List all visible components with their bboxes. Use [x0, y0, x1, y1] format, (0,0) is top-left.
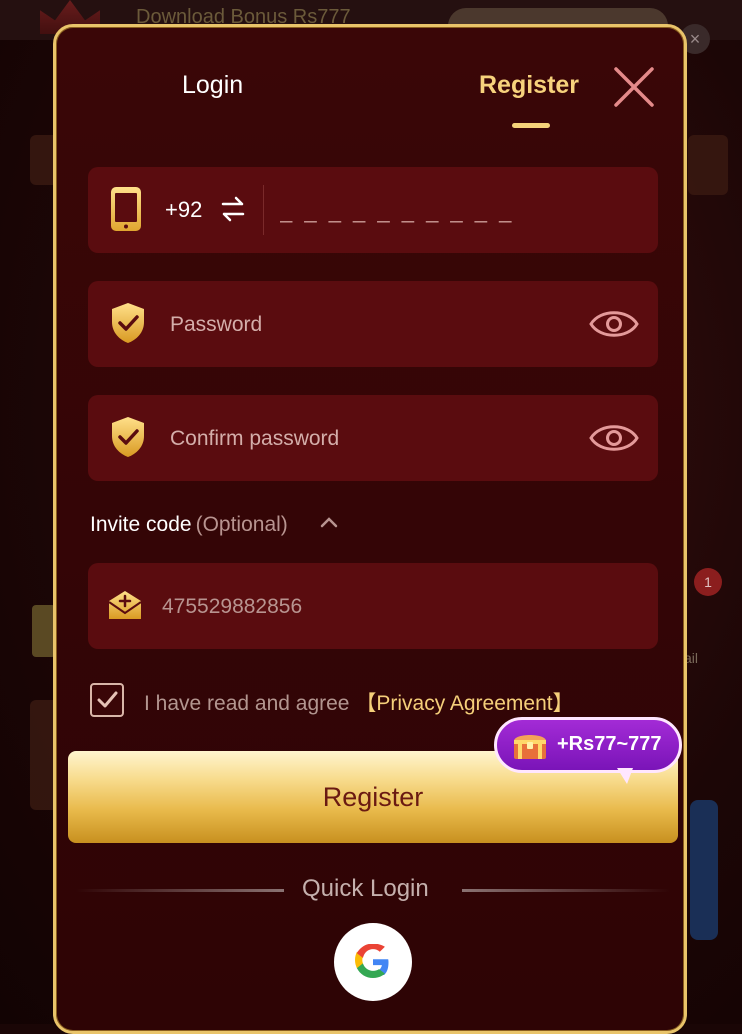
- password-field: [88, 281, 658, 367]
- invite-code-optional: (Optional): [195, 513, 288, 536]
- swap-arrows-icon[interactable]: [220, 195, 246, 223]
- invite-code-field: [88, 563, 658, 649]
- divider: [263, 185, 264, 235]
- bonus-badge: +Rs77~777: [494, 717, 682, 784]
- password-input[interactable]: [168, 303, 572, 347]
- side-thumbnail: [688, 135, 728, 195]
- country-code[interactable]: +92: [165, 197, 202, 223]
- quick-login-title: Quick Login: [302, 875, 429, 902]
- bonus-text: +Rs77~777: [557, 733, 662, 755]
- bonus-bubble-tail: [617, 768, 633, 784]
- divider: [462, 889, 670, 892]
- tab-login[interactable]: Login: [182, 71, 243, 100]
- eye-icon[interactable]: [588, 303, 640, 345]
- confirm-password-input[interactable]: [168, 417, 572, 461]
- tab-register[interactable]: Register: [479, 71, 579, 100]
- gift-envelope-icon: [108, 591, 142, 619]
- phone-input[interactable]: [278, 189, 642, 233]
- shield-check-icon: [112, 417, 144, 457]
- mail-badge: 1: [694, 568, 722, 596]
- auth-dialog: Login Register +92 _ _ _ _ _ _ _ _ _ _ I…: [53, 24, 687, 1034]
- invite-code-input[interactable]: [160, 585, 564, 629]
- privacy-agreement-link[interactable]: 【Privacy Agreement】: [355, 692, 573, 715]
- agreement-checkbox[interactable]: [90, 683, 124, 717]
- confirm-password-field: [88, 395, 658, 481]
- invite-code-title: Invite code: [90, 513, 192, 536]
- checkmark-icon: [97, 691, 118, 708]
- active-tab-indicator: [512, 123, 550, 128]
- google-login-button[interactable]: [334, 923, 412, 1001]
- phone-icon: [111, 187, 141, 231]
- eye-icon[interactable]: [588, 417, 640, 459]
- invite-code-label: Invite code (Optional): [90, 513, 288, 537]
- shield-check-icon: [112, 303, 144, 343]
- treasure-chest-icon: [514, 735, 546, 759]
- phone-field: +92: [88, 167, 658, 253]
- close-icon[interactable]: [612, 65, 656, 109]
- agreement-text: I have read and agree 【Privacy Agreement…: [144, 687, 574, 717]
- agreement-label: I have read and agree: [144, 692, 350, 715]
- chevron-up-icon[interactable]: [320, 515, 338, 529]
- divider: [76, 889, 284, 892]
- google-icon: [355, 944, 389, 978]
- side-thumbnail: [690, 800, 718, 940]
